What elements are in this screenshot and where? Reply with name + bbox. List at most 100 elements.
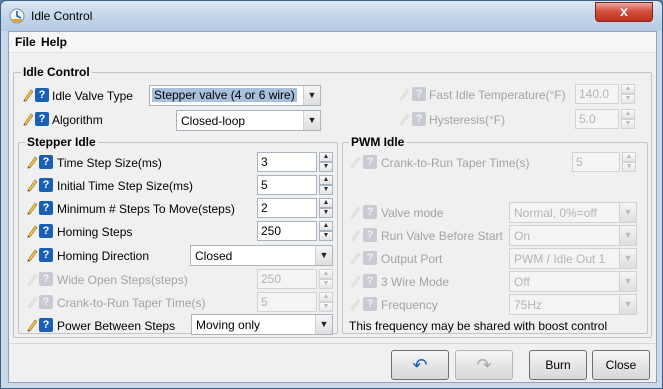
undo-icon: ↶ — [412, 355, 428, 375]
initial-time-step-size-spinner[interactable]: ▲ ▼ — [319, 175, 333, 195]
idle-valve-type-label: Idle Valve Type — [52, 89, 133, 103]
spin-down-icon: ▼ — [622, 162, 636, 172]
initial-time-step-size-label: Initial Time Step Size(ms) — [57, 179, 194, 193]
help-icon[interactable]: ? — [35, 88, 49, 102]
help-icon[interactable]: ? — [39, 224, 53, 238]
pencil-icon — [27, 202, 38, 215]
power-between-steps-value: Moving only — [196, 318, 261, 332]
chevron-down-icon: ▼ — [619, 203, 636, 222]
redo-icon: ↷ — [476, 355, 492, 375]
help-icon: ? — [39, 272, 53, 286]
idle-control-legend: Idle Control — [21, 65, 92, 79]
pencil-icon — [399, 88, 410, 101]
algorithm-select[interactable]: Closed-loop ▼ — [176, 110, 321, 131]
menu-help[interactable]: Help — [41, 35, 67, 49]
frequency-note: This frequency may be shared with boost … — [349, 319, 608, 333]
button-separator — [9, 343, 656, 344]
spin-down-icon: ▼ — [319, 279, 333, 289]
undo-button[interactable]: ↶ — [391, 350, 449, 380]
three-wire-mode-label: 3 Wire Mode — [381, 275, 450, 289]
title-bar[interactable]: Idle Control x — [1, 1, 662, 31]
help-icon: ? — [39, 295, 53, 309]
output-port-value: PWM / Idle Out 1 — [514, 252, 606, 266]
hysteresis-spinner: ▲ ▼ — [621, 109, 635, 129]
pencil-icon — [27, 273, 38, 286]
spin-up-icon[interactable]: ▲ — [319, 152, 333, 162]
algorithm-label: Algorithm — [52, 113, 103, 127]
help-icon[interactable]: ? — [39, 248, 53, 262]
min-steps-label: Minimum # Steps To Move(steps) — [57, 202, 235, 216]
homing-steps-input[interactable]: 250 — [257, 221, 317, 241]
output-port-label: Output Port — [381, 252, 443, 266]
stepper-crank-taper-input: 5 — [257, 292, 317, 312]
pwm-crank-taper-spinner: ▲ ▼ — [622, 152, 636, 172]
chevron-down-icon: ▼ — [303, 111, 320, 130]
frequency-select: 75Hz ▼ — [509, 294, 637, 315]
burn-button[interactable]: Burn — [529, 350, 587, 380]
window-close-button[interactable]: x — [595, 2, 653, 22]
time-step-size-input[interactable]: 3 — [257, 152, 317, 172]
power-between-steps-select[interactable]: Moving only ▼ — [191, 314, 333, 335]
pwm-crank-taper-label: Crank-to-Run Taper Time(s) — [381, 156, 530, 170]
frequency-label: Frequency — [381, 298, 438, 312]
min-steps-spinner[interactable]: ▲ ▼ — [319, 198, 333, 218]
app-icon — [9, 8, 25, 24]
run-valve-before-start-label: Run Valve Before Start — [381, 229, 503, 243]
idle-valve-type-value: Stepper valve (4 or 6 wire) — [152, 88, 297, 102]
pwm-crank-taper-input: 5 — [572, 152, 620, 172]
help-icon[interactable]: ? — [39, 201, 53, 215]
homing-direction-select[interactable]: Closed ▼ — [190, 245, 333, 266]
chevron-down-icon: ▼ — [619, 272, 636, 291]
spin-up-icon: ▲ — [621, 84, 635, 94]
spin-down-icon[interactable]: ▼ — [319, 185, 333, 195]
spin-up-icon: ▲ — [622, 152, 636, 162]
valve-mode-value: Normal, 0%=off — [514, 206, 597, 220]
help-icon: ? — [412, 112, 426, 126]
chevron-down-icon: ▼ — [303, 86, 320, 105]
close-button-label: Close — [605, 358, 637, 372]
client-area: File Help Idle Control ? Idle Valve Type… — [8, 31, 657, 383]
help-icon[interactable]: ? — [39, 318, 53, 332]
help-icon: ? — [363, 297, 377, 311]
initial-time-step-size-input[interactable]: 5 — [257, 175, 317, 195]
homing-steps-spinner[interactable]: ▲ ▼ — [319, 221, 333, 241]
three-wire-mode-value: Off — [514, 275, 530, 289]
homing-steps-label: Homing Steps — [57, 225, 133, 239]
chevron-down-icon: ▼ — [619, 226, 636, 245]
pencil-icon — [399, 113, 410, 126]
pencil-icon — [350, 156, 361, 169]
close-button[interactable]: Close — [592, 350, 650, 380]
spin-down-icon[interactable]: ▼ — [319, 162, 333, 172]
spin-up-icon[interactable]: ▲ — [319, 198, 333, 208]
run-valve-before-start-select: On ▼ — [509, 225, 637, 246]
menu-file[interactable]: File — [15, 35, 36, 49]
pencil-icon — [23, 89, 34, 102]
time-step-size-spinner[interactable]: ▲ ▼ — [319, 152, 333, 172]
spin-up-icon[interactable]: ▲ — [319, 175, 333, 185]
pencil-icon — [27, 179, 38, 192]
spin-down-icon: ▼ — [621, 119, 635, 129]
spin-up-icon[interactable]: ▲ — [319, 221, 333, 231]
help-icon[interactable]: ? — [39, 155, 53, 169]
algorithm-value: Closed-loop — [181, 114, 246, 128]
help-icon: ? — [363, 155, 377, 169]
pencil-icon — [350, 275, 361, 288]
spin-down-icon[interactable]: ▼ — [319, 231, 333, 241]
stepper-crank-taper-spinner: ▲ ▼ — [319, 292, 333, 312]
pencil-icon — [350, 252, 361, 265]
spin-down-icon[interactable]: ▼ — [319, 208, 333, 218]
pencil-icon — [27, 225, 38, 238]
spin-up-icon: ▲ — [319, 269, 333, 279]
help-icon[interactable]: ? — [39, 178, 53, 192]
wide-open-steps-input: 250 — [257, 269, 317, 289]
pencil-icon — [350, 298, 361, 311]
idle-valve-type-select[interactable]: Stepper valve (4 or 6 wire) ▼ — [149, 85, 321, 106]
time-step-size-label: Time Step Size(ms) — [57, 156, 162, 170]
menu-bar: File Help — [9, 32, 656, 53]
help-icon: ? — [363, 205, 377, 219]
pencil-icon — [27, 156, 38, 169]
min-steps-input[interactable]: 2 — [257, 198, 317, 218]
spin-down-icon: ▼ — [621, 94, 635, 104]
help-icon[interactable]: ? — [35, 112, 49, 126]
run-valve-before-start-value: On — [514, 229, 531, 243]
